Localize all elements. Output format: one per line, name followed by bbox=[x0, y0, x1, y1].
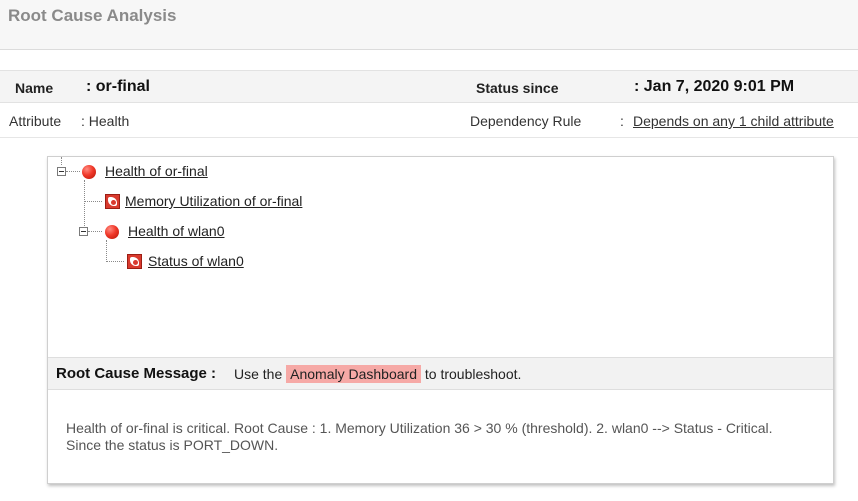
page-title: Root Cause Analysis bbox=[8, 6, 177, 25]
info-row-name: Name : or-final Status since : Jan 7, 20… bbox=[0, 70, 858, 103]
tree-connector bbox=[61, 157, 62, 165]
tree-node-link[interactable]: Memory Utilization of or-final bbox=[125, 193, 302, 209]
tree-connector bbox=[106, 240, 107, 262]
name-value: : or-final bbox=[86, 78, 150, 95]
tree-node-link[interactable]: Health of or-final bbox=[105, 163, 208, 179]
root-cause-text: Use the Anomaly Dashboard to troubleshoo… bbox=[234, 365, 522, 383]
rca-panel: Health of or-final Memory Utilization of… bbox=[47, 156, 834, 484]
collapse-toggle-icon[interactable] bbox=[79, 227, 88, 236]
tree-node-link[interactable]: Health of wlan0 bbox=[128, 223, 225, 239]
critical-attribute-icon bbox=[105, 194, 120, 209]
root-cause-label: Root Cause Message : bbox=[56, 365, 217, 382]
status-since-label: Status since bbox=[476, 80, 559, 96]
tree-connector bbox=[106, 261, 124, 262]
dependency-rule-label: Dependency Rule bbox=[470, 113, 582, 129]
info-table: Name : or-final Status since : Jan 7, 20… bbox=[0, 70, 858, 138]
title-bar: Root Cause Analysis bbox=[0, 0, 858, 50]
tree-connector bbox=[66, 171, 80, 172]
root-cause-suffix: to troubleshoot. bbox=[421, 366, 522, 382]
root-cause-message-bar: Root Cause Message : Use the Anomaly Das… bbox=[48, 357, 833, 390]
tree-connector bbox=[84, 180, 85, 234]
tree-connector bbox=[84, 201, 102, 202]
root-cause-detail: Health of or-final is critical. Root Cau… bbox=[66, 420, 773, 453]
anomaly-dashboard-link[interactable]: Anomaly Dashboard bbox=[286, 365, 421, 383]
info-row-attribute: Attribute : Health Dependency Rule : Dep… bbox=[0, 103, 858, 138]
critical-attribute-icon bbox=[127, 254, 142, 269]
name-label: Name bbox=[15, 80, 54, 96]
tree-connector bbox=[88, 231, 102, 232]
tree-node-health-or-final[interactable]: Health of or-final bbox=[105, 163, 208, 179]
dependency-tree: Health of or-final Memory Utilization of… bbox=[48, 157, 833, 357]
tree-node-link[interactable]: Status of wlan0 bbox=[148, 253, 244, 269]
root-cause-prefix: Use the bbox=[234, 366, 287, 382]
attribute-value: : Health bbox=[81, 113, 130, 129]
status-since-value: : Jan 7, 2020 9:01 PM bbox=[634, 78, 795, 95]
dependency-rule-link[interactable]: Depends on any 1 child attribute bbox=[633, 113, 834, 129]
attribute-label: Attribute bbox=[9, 113, 62, 129]
dependency-rule-colon: : bbox=[620, 113, 624, 129]
tree-node-memory-utilization[interactable]: Memory Utilization of or-final bbox=[125, 193, 302, 209]
red-dot-icon bbox=[82, 165, 96, 179]
red-dot-icon bbox=[105, 225, 119, 239]
tree-node-status-wlan0[interactable]: Status of wlan0 bbox=[148, 253, 244, 269]
collapse-toggle-icon[interactable] bbox=[57, 167, 66, 176]
tree-node-health-wlan0[interactable]: Health of wlan0 bbox=[128, 223, 225, 239]
